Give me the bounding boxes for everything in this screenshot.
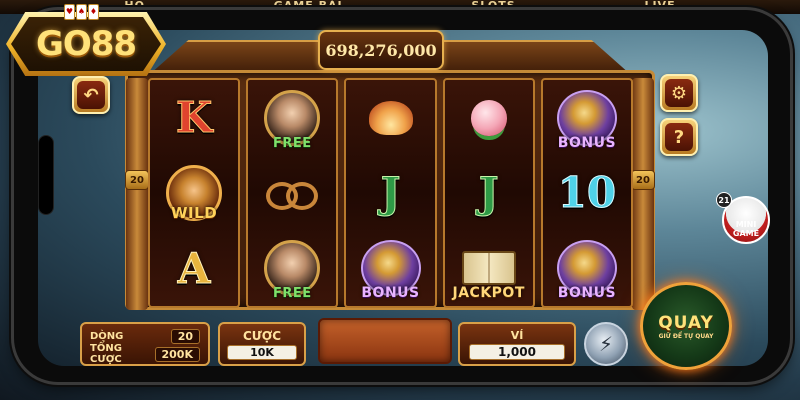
help-button[interactable]: ? [660, 118, 698, 156]
scroll-book-icon [461, 251, 516, 286]
symbol-j: J [348, 158, 434, 228]
logo-text: GO88 [35, 24, 137, 64]
symbol-bonus: BONUS [544, 233, 630, 303]
reel-4: J JACKPOT [442, 78, 535, 308]
symbol-lotus [348, 83, 434, 153]
symbol-tag: FREE [272, 135, 312, 151]
knot-icon [262, 180, 322, 210]
symbol-letter: K [175, 93, 213, 143]
mini-game-badge: 21 [716, 192, 732, 208]
total-bet-value: 200K [154, 346, 200, 362]
back-arrow-icon: ↶ [77, 81, 105, 109]
wallet-panel: VÍ 1,000 [458, 322, 576, 366]
left-pillar [126, 78, 148, 310]
symbol-free: FREE [249, 83, 335, 153]
jackpot-display: 698,276,000 [318, 30, 444, 70]
lines-value: 20 [170, 328, 200, 344]
card-icon: ♦ [88, 4, 99, 20]
card-icon: ♠ [76, 4, 87, 20]
bet-value[interactable]: 10K [227, 344, 297, 360]
symbol-letter: 10 [557, 168, 617, 218]
reel-2: FREE FREE [246, 78, 339, 308]
symbol-letter: J [380, 168, 401, 218]
wallet-label: VÍ [510, 328, 524, 342]
symbol-wild: WILD [151, 158, 237, 228]
paylines-marker-right: 20 [631, 170, 655, 190]
win-display-plate [318, 318, 452, 364]
spin-label: QUAY [658, 312, 714, 333]
symbol-bonus: BONUS [348, 233, 434, 303]
card-icon: ♥ [64, 4, 75, 20]
symbol-jackpot: JACKPOT [446, 233, 532, 303]
lines-label: DÒNG [90, 330, 124, 342]
symbol-letter: J [478, 168, 499, 218]
total-bet-row: TỔNG CƯỢC 200K [90, 343, 200, 365]
phone-notch [38, 135, 54, 215]
bet-selector[interactable]: CƯỢC 10K [218, 322, 306, 366]
lines-info-panel: DÒNG 20 TỔNG CƯỢC 200K [80, 322, 210, 366]
spin-button[interactable]: QUAY GIỮ ĐỂ TỰ QUAY [640, 282, 732, 370]
settings-button[interactable]: ⚙ [660, 74, 698, 112]
reels: K WILD A FREE FREE J BONUS J JACKPOT BON… [148, 78, 634, 308]
symbol-tag: BONUS [361, 285, 420, 302]
symbol-bonus: BONUS [544, 83, 630, 153]
mini-game-label: GAME [732, 229, 760, 238]
symbol-tag: BONUS [557, 285, 617, 302]
symbol-j: J [446, 158, 532, 228]
turbo-button[interactable]: ⚡ [584, 322, 628, 366]
wallet-value: 1,000 [469, 343, 565, 360]
bet-label: CƯỢC [242, 328, 282, 343]
spin-sublabel: GIỮ ĐỂ TỰ QUAY [658, 332, 714, 340]
total-bet-label: TỔNG CƯỢC [90, 343, 122, 365]
symbol-tag: BONUS [557, 134, 617, 151]
symbol-tag: WILD [171, 203, 218, 222]
playing-cards-icon: ♥ ♠ ♦ [64, 4, 100, 26]
symbol-a: A [151, 233, 237, 303]
mini-game-label: MINI [735, 220, 757, 229]
reel-1: K WILD A [148, 78, 241, 308]
symbol-free: FREE [249, 233, 335, 303]
symbol-tag: FREE [272, 286, 312, 302]
symbol-letter: A [177, 243, 211, 293]
symbol-peach [446, 83, 532, 153]
symbol-knot [249, 158, 335, 228]
lotus-icon [368, 100, 413, 135]
symbol-ten: 10 [544, 158, 630, 228]
lightning-icon: ⚡ [598, 332, 614, 356]
back-button[interactable]: ↶ [72, 76, 110, 114]
gear-icon: ⚙ [665, 79, 693, 107]
help-icon: ? [665, 123, 693, 151]
symbol-k: K [151, 83, 237, 153]
reel-5: BONUS 10 BONUS [540, 78, 634, 308]
reel-3: J BONUS [344, 78, 437, 308]
peach-icon [470, 99, 507, 136]
symbol-tag: JACKPOT [452, 285, 525, 302]
right-pillar [632, 78, 654, 310]
paylines-marker-left: 20 [125, 170, 149, 190]
